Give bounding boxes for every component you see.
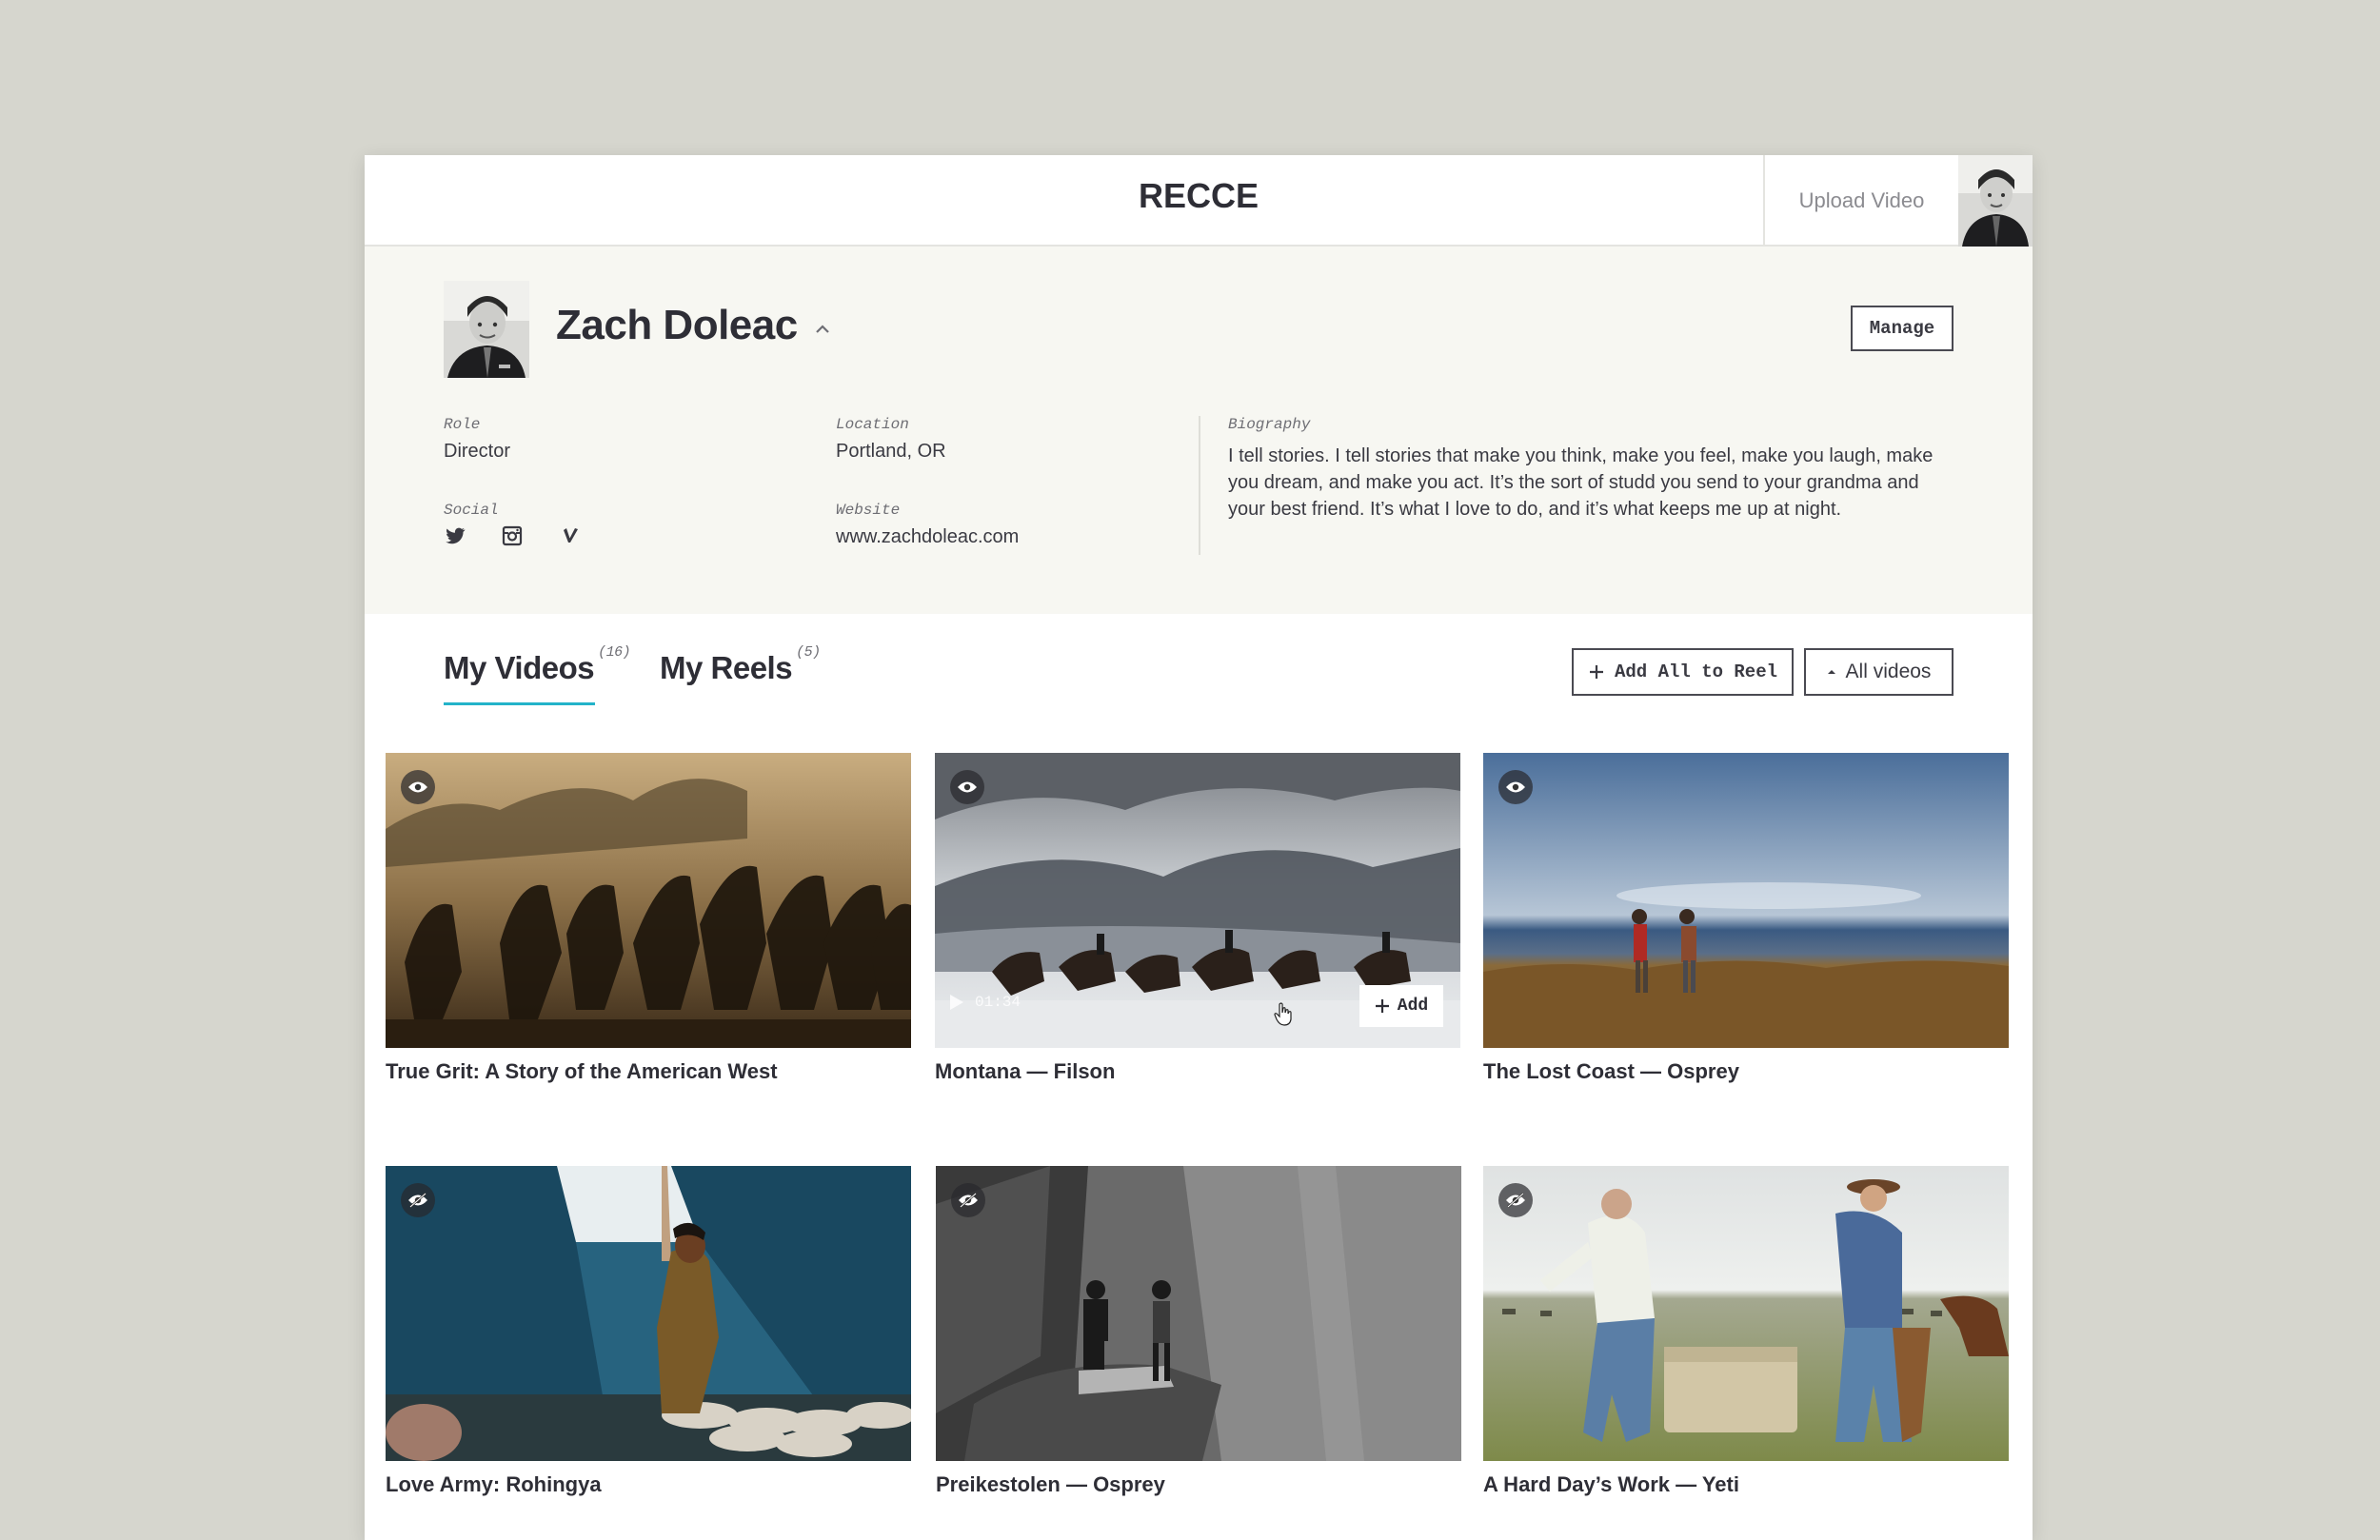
tab-label: My Reels [660,650,793,685]
video-thumbnail[interactable]: 01:34 Add [935,753,1460,1048]
video-thumbnail[interactable] [936,1166,1461,1461]
all-videos-dropdown[interactable]: All videos [1804,648,1954,696]
biography-text: I tell stories. I tell stories that make… [1228,445,1934,520]
website-link[interactable]: www.zachdoleac.com [836,526,1019,548]
instagram-icon[interactable] [501,524,524,547]
video-title[interactable]: True Grit: A Story of the American West [386,1059,778,1084]
user-avatar[interactable] [1958,155,2033,247]
filter-label: All videos [1845,661,1932,682]
eye-off-icon[interactable] [401,1183,435,1217]
website-label: Website [836,502,901,519]
location-value: Portland, OR [836,441,946,462]
eye-icon[interactable] [401,770,435,804]
biography-label: Biography [1228,416,1311,433]
social-label: Social [444,502,499,519]
role-label: Role [444,416,481,433]
twitter-icon[interactable] [444,524,466,547]
play-preview[interactable]: 01:34 [948,993,1021,1012]
role-value: Director [444,441,511,462]
profile-name: Zach Doleac [556,302,798,348]
profile-panel: Zach Doleac Manage Role Director Locatio… [365,247,2033,614]
profile-avatar [444,281,529,378]
video-thumbnail[interactable] [386,1166,911,1461]
eye-off-icon[interactable] [1498,1183,1533,1217]
play-icon [950,995,963,1010]
add-to-reel-button[interactable]: Add [1359,985,1443,1027]
add-all-label: Add All to Reel [1614,661,1778,682]
video-title[interactable]: The Lost Coast — Osprey [1483,1059,1739,1084]
chevron-up-icon[interactable] [812,319,833,340]
add-all-to-reel-button[interactable]: Add All to Reel [1572,648,1794,696]
section-divider [1199,416,1200,555]
tab-my-videos[interactable]: My Videos (16) [444,644,631,686]
hand-cursor-icon [1274,1002,1293,1027]
active-tab-indicator [444,702,595,705]
video-thumbnail[interactable] [1483,1166,2009,1461]
plus-icon [1589,665,1603,679]
tab-count: (16) [598,644,631,661]
video-thumbnail[interactable] [386,753,911,1048]
video-title[interactable]: Montana — Filson [935,1059,1115,1084]
video-thumbnail[interactable] [1483,753,2009,1048]
top-bar: RECCE Upload Video [365,155,2033,247]
app-window: RECCE Upload Video Zach Doleac Manage Ro… [365,155,2033,1540]
vimeo-icon[interactable] [558,524,581,547]
add-label: Add [1397,997,1429,1016]
video-title[interactable]: A Hard Day’s Work — Yeti [1483,1472,1739,1497]
upload-video-button[interactable]: Upload Video [1763,155,1958,247]
social-links [444,524,581,547]
eye-icon[interactable] [1498,770,1533,804]
location-label: Location [836,416,909,433]
plus-icon [1375,999,1389,1013]
video-title[interactable]: Preikestolen — Osprey [936,1472,1165,1497]
tab-label: My Videos [444,650,595,685]
tab-my-reels[interactable]: My Reels (5) [660,644,821,686]
eye-off-icon[interactable] [951,1183,985,1217]
video-title[interactable]: Love Army: Rohingya [386,1472,602,1497]
caret-up-icon [1827,670,1835,674]
manage-button[interactable]: Manage [1851,306,1954,351]
video-duration: 01:34 [975,994,1021,1011]
tab-count: (5) [796,644,821,661]
eye-icon[interactable] [950,770,984,804]
